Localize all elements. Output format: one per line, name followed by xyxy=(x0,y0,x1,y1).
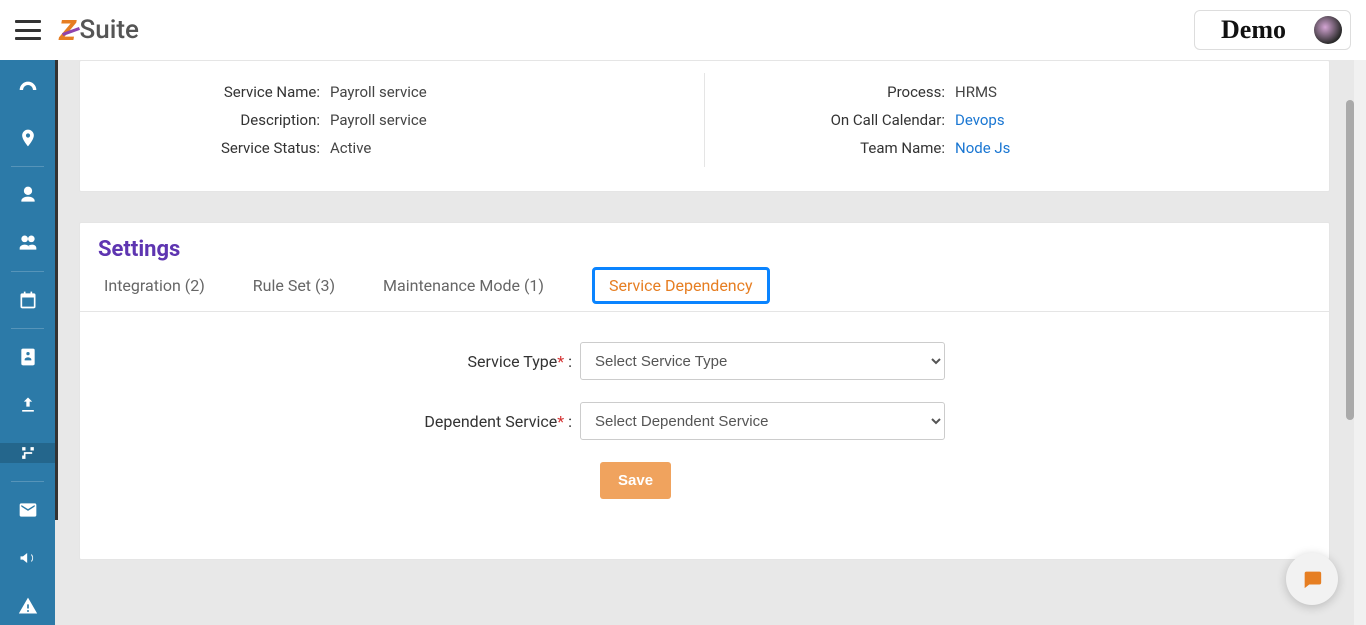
upload-icon xyxy=(18,395,38,415)
calendar-icon xyxy=(18,290,38,310)
form-row-service-type: Service Type* : Select Service Type xyxy=(80,342,1329,380)
sidebar-item-calendar[interactable] xyxy=(0,290,55,310)
tab-maintenance[interactable]: Maintenance Mode (1) xyxy=(383,270,544,301)
contact-book-icon xyxy=(18,347,38,367)
sidebar-item-user[interactable] xyxy=(0,185,55,205)
info-row: Process: HRMS xyxy=(735,83,1299,101)
info-label: Process: xyxy=(735,83,955,101)
info-row: Description: Payroll service xyxy=(110,111,674,129)
mail-icon xyxy=(18,500,38,520)
tab-highlight: Service Dependency xyxy=(592,267,770,304)
sidebar-separator xyxy=(11,271,44,272)
sidebar-separator xyxy=(11,481,44,482)
tab-service-dependency[interactable]: Service Dependency xyxy=(609,276,753,295)
dashboard-icon xyxy=(18,80,38,100)
save-button[interactable]: Save xyxy=(600,462,671,499)
sidebar-item-services[interactable] xyxy=(0,443,55,463)
sidebar-item-mail[interactable] xyxy=(0,500,55,520)
info-value-link[interactable]: Devops xyxy=(955,111,1005,129)
sidebar-item-upload[interactable] xyxy=(0,395,55,415)
user-icon xyxy=(18,185,38,205)
sidebar-separator xyxy=(11,328,44,329)
info-value: Payroll service xyxy=(330,111,427,129)
info-row: Service Status: Active xyxy=(110,139,674,157)
info-label: On Call Calendar: xyxy=(735,111,955,129)
sidebar-separator xyxy=(11,166,44,167)
info-label: Description: xyxy=(110,111,330,129)
demo-badge: Demo xyxy=(1203,15,1304,45)
hamburger-menu-icon[interactable] xyxy=(15,20,41,40)
chat-fab[interactable] xyxy=(1286,553,1338,605)
info-row: Team Name: Node Js xyxy=(735,139,1299,157)
info-row: On Call Calendar: Devops xyxy=(735,111,1299,129)
topbar: Z Suite Demo xyxy=(0,0,1366,60)
sidebar-item-dashboard[interactable] xyxy=(0,80,55,100)
service-type-label: Service Type* : xyxy=(80,352,580,371)
dependent-service-select[interactable]: Select Dependent Service xyxy=(580,402,945,440)
info-value: Active xyxy=(330,139,371,157)
info-label: Service Name: xyxy=(110,83,330,101)
users-icon xyxy=(18,233,38,253)
service-info-card: Service Name: Payroll service Descriptio… xyxy=(79,60,1330,192)
chat-icon xyxy=(1301,568,1323,590)
info-label: Team Name: xyxy=(735,139,955,157)
logo-z-icon: Z xyxy=(59,14,76,47)
sidebar-item-contact[interactable] xyxy=(0,347,55,367)
dependent-service-label: Dependent Service* : xyxy=(80,412,580,431)
info-value: HRMS xyxy=(955,83,997,101)
avatar[interactable] xyxy=(1314,16,1342,44)
info-column-right: Process: HRMS On Call Calendar: Devops T… xyxy=(705,73,1329,167)
settings-card: Settings Integration (2) Rule Set (3) Ma… xyxy=(79,222,1330,560)
megaphone-icon xyxy=(18,548,38,568)
sidebar-item-users[interactable] xyxy=(0,233,55,253)
dependency-form: Service Type* : Select Service Type Depe… xyxy=(80,312,1329,499)
sidebar-item-announce[interactable] xyxy=(0,548,55,568)
main-content: Service Name: Payroll service Descriptio… xyxy=(55,60,1354,625)
content-scrollbar[interactable] xyxy=(1344,60,1354,625)
tab-ruleset[interactable]: Rule Set (3) xyxy=(253,270,335,301)
info-column-left: Service Name: Payroll service Descriptio… xyxy=(80,73,704,167)
alert-icon xyxy=(18,596,38,616)
page-scrollbar[interactable] xyxy=(1354,0,1366,625)
brand-logo[interactable]: Z Suite xyxy=(59,14,139,47)
info-value: Payroll service xyxy=(330,83,427,101)
services-icon xyxy=(18,443,38,463)
settings-title: Settings xyxy=(80,223,1329,270)
brand-text: Suite xyxy=(80,15,139,45)
settings-tabs: Integration (2) Rule Set (3) Maintenance… xyxy=(80,270,1329,312)
tab-integration[interactable]: Integration (2) xyxy=(104,270,205,301)
info-label: Service Status: xyxy=(110,139,330,157)
location-icon xyxy=(18,128,38,148)
info-value-link[interactable]: Node Js xyxy=(955,139,1010,157)
sidebar-item-location[interactable] xyxy=(0,128,55,148)
form-row-dependent-service: Dependent Service* : Select Dependent Se… xyxy=(80,402,1329,440)
info-row: Service Name: Payroll service xyxy=(110,83,674,101)
service-type-select[interactable]: Select Service Type xyxy=(580,342,945,380)
topbar-user-area: Demo xyxy=(1194,10,1351,50)
sidebar xyxy=(0,60,55,625)
content-scrollbar-thumb[interactable] xyxy=(1346,100,1354,420)
sidebar-item-alert[interactable] xyxy=(0,596,55,616)
